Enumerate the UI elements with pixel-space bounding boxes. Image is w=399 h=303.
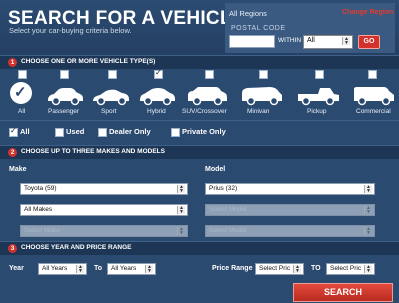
price-from-select[interactable]: Select Pric ▲ ▼ [255, 263, 304, 275]
make-select-1[interactable]: Toyota (59) ▲ ▼ [20, 183, 188, 195]
minivan-icon[interactable] [240, 84, 284, 106]
year-to-select[interactable]: All Years ▲ ▼ [107, 263, 156, 275]
postal-code-input[interactable] [229, 35, 275, 48]
passenger-car-icon[interactable] [46, 84, 84, 106]
vehicle-type-checkbox-all[interactable] [18, 70, 27, 79]
model-select-value: Select Model [209, 206, 247, 213]
go-button[interactable]: GO [358, 35, 380, 49]
make-select-2[interactable]: All Makes ▲ ▼ [20, 204, 188, 216]
vehicle-type-label: Sport [101, 108, 117, 115]
step-number-badge: 1 [8, 58, 17, 67]
select-arrows-icon: ▲ ▼ [177, 185, 185, 194]
model-select-1[interactable]: Prius (32) ▲ ▼ [205, 183, 375, 195]
hybrid-car-icon[interactable] [138, 84, 176, 106]
price-to-label: TO [311, 265, 321, 272]
year-from-value: All Years [42, 265, 68, 272]
section-makes-models-header: 2 CHOOSE UP TO THREE MAKES AND MODELS [0, 145, 399, 159]
section-vehicle-type-header: 1 CHOOSE ONE OR MORE VEHICLE TYPE(S) [0, 55, 399, 69]
vehicle-type-label: Commercial [356, 108, 391, 115]
change-region-link[interactable]: Change Region [342, 9, 393, 16]
condition-checkbox-used[interactable] [55, 128, 64, 137]
vehicle-type-label: Hybrid [147, 108, 166, 115]
region-label: All Regions [229, 9, 267, 18]
select-arrows-icon: ▲ ▼ [364, 206, 372, 215]
search-button[interactable]: SEARCH [293, 283, 393, 302]
model-column-label: Model [205, 166, 226, 173]
condition-checkbox-private-only[interactable] [171, 128, 180, 137]
step-number-badge: 2 [8, 148, 17, 157]
vehicle-type-checkbox-passenger[interactable] [60, 70, 69, 79]
vehicle-type-checkbox-sport[interactable] [108, 70, 117, 79]
vehicle-type-checkbox-minivan[interactable] [259, 70, 268, 79]
vehicle-type-label: Passenger [48, 108, 80, 115]
vehicle-type-label: SUV/Crossover [182, 108, 227, 115]
select-arrows-icon: ▲ ▼ [145, 265, 153, 274]
vehicle-type-label: Minivan [247, 108, 270, 115]
make-select-value: Select Make [24, 227, 60, 234]
year-from-select[interactable]: All Years ▲ ▼ [38, 263, 87, 275]
model-select-value: Prius (32) [209, 185, 238, 192]
vehicle-type-checkbox-pickup[interactable] [315, 70, 324, 79]
model-select-value: Select Model [209, 227, 247, 234]
vehicle-type-checkbox-hybrid[interactable] [154, 68, 163, 79]
section-title: CHOOSE YEAR AND PRICE RANGE [21, 244, 132, 251]
page-subtitle: Select your car-buying criteria below. [9, 26, 132, 35]
model-select-3: Select Model ▲ ▼ [205, 225, 375, 237]
commercial-van-icon[interactable] [352, 84, 396, 106]
select-arrows-icon: ▲ ▼ [364, 227, 372, 236]
condition-label: Private Only [182, 127, 226, 136]
vehicle-type-checkbox-suv[interactable] [205, 70, 214, 79]
select-arrows-icon: ▲ ▼ [177, 227, 185, 236]
condition-checkbox-all[interactable] [9, 126, 18, 137]
select-arrows-icon: ▲ ▼ [364, 265, 372, 274]
year-to-label: To [94, 265, 103, 272]
select-arrows-icon: ▲ ▼ [177, 206, 185, 215]
price-from-value: Select Pric [259, 265, 291, 272]
within-value: All [307, 37, 315, 44]
price-to-select[interactable]: Select Pric ▲ ▼ [326, 263, 375, 275]
step-number-badge: 3 [8, 244, 17, 253]
year-to-value: All Years [111, 265, 137, 272]
select-arrows-icon: ▲ ▼ [342, 37, 350, 46]
vehicle-type-checkbox-commercial[interactable] [368, 70, 377, 79]
make-select-value: All Makes [24, 206, 53, 213]
section-title: CHOOSE UP TO THREE MAKES AND MODELS [21, 148, 165, 155]
make-column-label: Make [9, 166, 27, 173]
select-arrows-icon: ▲ ▼ [76, 265, 84, 274]
condition-checkbox-dealer-only[interactable] [98, 128, 107, 137]
model-select-2: Select Model ▲ ▼ [205, 204, 375, 216]
within-label: WITHIN [278, 37, 302, 44]
select-arrows-icon: ▲ ▼ [364, 185, 372, 194]
price-to-value: Select Pric [330, 265, 362, 272]
section-title: CHOOSE ONE OR MORE VEHICLE TYPE(S) [21, 58, 156, 65]
price-range-label: Price Range [212, 265, 253, 272]
pickup-truck-icon[interactable] [296, 84, 340, 106]
vehicle-type-label: All [18, 108, 26, 115]
checkmark-circle-icon[interactable]: ✓ [10, 82, 32, 104]
postal-code-label: POSTAL CODE [231, 25, 286, 32]
suv-crossover-icon[interactable] [186, 84, 228, 106]
condition-label: Used [66, 127, 85, 136]
make-select-3: Select Make ▲ ▼ [20, 225, 188, 237]
year-label: Year [9, 265, 24, 272]
make-select-value: Toyota (59) [24, 185, 57, 192]
select-arrows-icon: ▲ ▼ [293, 265, 301, 274]
condition-label: Dealer Only [109, 127, 151, 136]
vehicle-type-label: Pickup [307, 108, 327, 115]
sport-car-icon[interactable] [92, 84, 130, 106]
within-select[interactable]: All ▲ ▼ [303, 35, 353, 49]
condition-label: All [20, 127, 30, 136]
section-year-price-header: 3 CHOOSE YEAR AND PRICE RANGE [0, 241, 399, 255]
divider [0, 120, 399, 121]
